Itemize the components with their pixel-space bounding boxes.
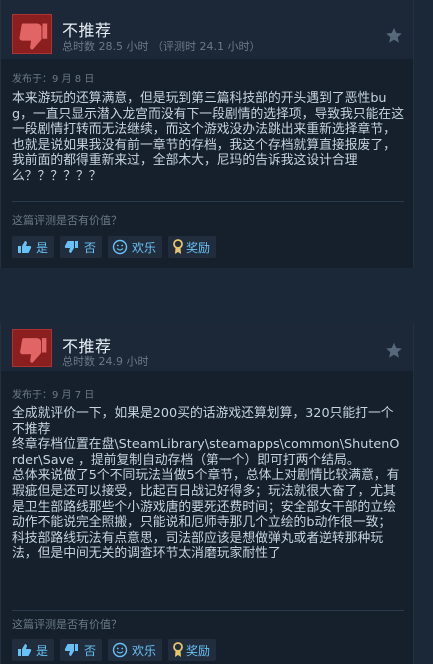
review-text: 全成就评价一下，如果是200买的话游戏还算划算，320只能打一个不推荐 终章存档… xyxy=(12,406,404,562)
review-paragraph: 总体来说做了5个不同玩法当做5个章节，总体上对剧情比较满意，有瑕疵但是还可以接受… xyxy=(12,468,400,562)
vote-funny-label: 欢乐 xyxy=(132,643,157,658)
vote-yes-label: 是 xyxy=(36,240,49,255)
review-paragraph: 终章存档位置在盘\SteamLibrary\steamapps\common\S… xyxy=(12,437,400,468)
vote-yes-button[interactable]: 是 xyxy=(12,639,55,661)
vote-funny-button[interactable]: 欢乐 xyxy=(108,236,163,258)
award-button[interactable]: 奖励 xyxy=(168,236,217,258)
review-text: 本来游玩的还算满意，但是玩到第三篇科技部的开头遇到了恶性bug，一直只显示潜入龙… xyxy=(12,91,405,184)
smiley-icon xyxy=(112,239,128,255)
review-header: 不推荐 总时数 24.9 小时 xyxy=(1,323,413,371)
award-ribbon-icon xyxy=(172,642,184,658)
award-label: 奖励 xyxy=(186,643,211,658)
thumbs-up-icon xyxy=(16,239,32,255)
vote-no-button[interactable]: 否 xyxy=(60,236,103,258)
review-paragraph: 全成就评价一下，如果是200买的话游戏还算划算，320只能打一个不推荐 xyxy=(12,406,394,437)
vote-no-label: 否 xyxy=(84,240,97,255)
posted-date: 发布于：9 月 7 日 xyxy=(12,390,95,401)
playtime-hours: 总时数 28.5 小时 （评测时 24.1 小时） xyxy=(62,40,261,53)
review-card: 不推荐 总时数 28.5 小时 （评测时 24.1 小时） 发布于：9 月 8 … xyxy=(0,0,414,268)
vote-row: 是 否 欢乐 奖励 xyxy=(12,639,217,661)
vote-no-label: 否 xyxy=(84,643,97,658)
vote-yes-label: 是 xyxy=(36,643,49,658)
award-label: 奖励 xyxy=(186,240,211,255)
playtime-hours: 总时数 24.9 小时 xyxy=(62,355,149,368)
smiley-icon xyxy=(112,642,128,658)
thumbs-down-small-icon xyxy=(64,239,80,255)
review-header: 不推荐 总时数 28.5 小时 （评测时 24.1 小时） xyxy=(1,0,413,59)
thumbs-down-icon xyxy=(12,329,52,367)
divider xyxy=(12,201,404,202)
vote-funny-label: 欢乐 xyxy=(132,240,157,255)
award-button[interactable]: 奖励 xyxy=(168,639,217,661)
thumbs-down-small-icon xyxy=(64,642,80,658)
award-ribbon-icon xyxy=(172,239,184,255)
star-icon[interactable] xyxy=(385,27,403,45)
divider xyxy=(12,610,404,611)
review-card: 不推荐 总时数 24.9 小时 发布于：9 月 7 日 全成就评价一下，如果是2… xyxy=(0,323,414,664)
helpful-question: 这篇评测是否有价值？ xyxy=(12,618,122,631)
thumbs-down-icon xyxy=(12,14,52,54)
helpful-question: 这篇评测是否有价值？ xyxy=(12,214,122,227)
thumbs-up-icon xyxy=(16,642,32,658)
posted-date: 发布于：9 月 8 日 xyxy=(12,74,95,85)
vote-row: 是 否 欢乐 奖励 xyxy=(12,236,217,258)
star-icon[interactable] xyxy=(385,342,403,360)
vote-funny-button[interactable]: 欢乐 xyxy=(108,639,163,661)
vote-yes-button[interactable]: 是 xyxy=(12,236,55,258)
vote-no-button[interactable]: 否 xyxy=(60,639,103,661)
